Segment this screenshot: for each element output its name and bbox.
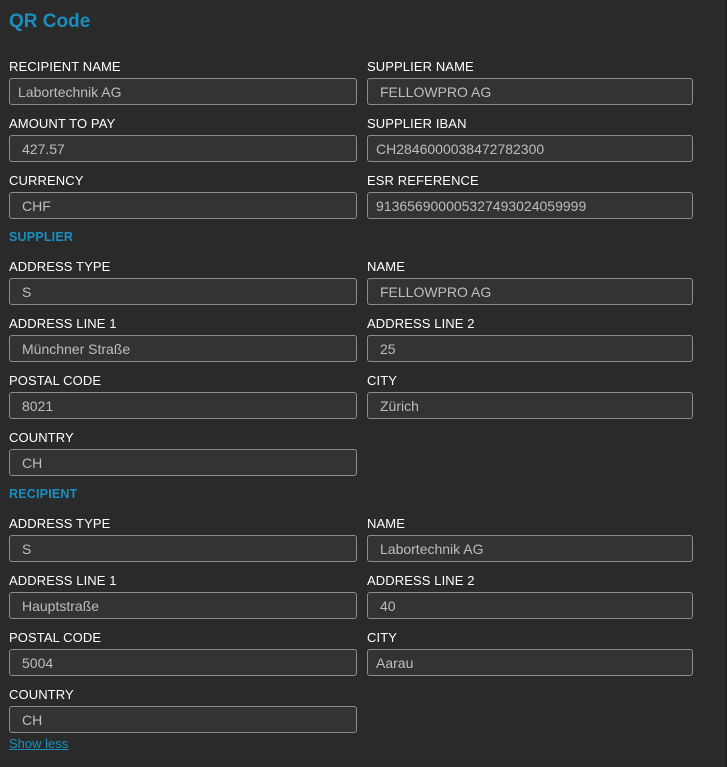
recipient-city-label: CITY	[367, 630, 398, 645]
supplier-address-line-1-input[interactable]	[9, 335, 357, 362]
recipient-address-type-field: ADDRESS TYPE	[9, 516, 357, 562]
recipient-city-input[interactable]	[367, 649, 693, 676]
recipient-country-field: COUNTRY	[9, 687, 357, 733]
amount-to-pay-label: AMOUNT TO PAY	[9, 116, 116, 131]
supplier-iban-label: SUPPLIER IBAN	[367, 116, 467, 131]
supplier-iban-field: SUPPLIER IBAN	[367, 116, 693, 162]
recipient-address-line-1-label: ADDRESS LINE 1	[9, 573, 117, 588]
supplier-name2-input[interactable]	[367, 278, 693, 305]
supplier-name-input[interactable]	[367, 78, 693, 105]
recipient-postal-code-input[interactable]	[9, 649, 357, 676]
recipient-name-label: RECIPIENT NAME	[9, 59, 121, 74]
esr-reference-label: ESR REFERENCE	[367, 173, 479, 188]
currency-field: CURRENCY	[9, 173, 357, 219]
show-less-link[interactable]: Show less	[9, 736, 68, 751]
supplier-iban-input[interactable]	[367, 135, 693, 162]
supplier-country-field: COUNTRY	[9, 430, 357, 476]
supplier-address-line-2-field: ADDRESS LINE 2	[367, 316, 693, 362]
supplier-country-input[interactable]	[9, 449, 357, 476]
supplier-name2-label: NAME	[367, 259, 405, 274]
supplier-address-line-2-label: ADDRESS LINE 2	[367, 316, 475, 331]
supplier-city-field: CITY	[367, 373, 693, 419]
recipient-address-type-label: ADDRESS TYPE	[9, 516, 111, 531]
esr-reference-field: ESR REFERENCE	[367, 173, 693, 219]
recipient-name-field: RECIPIENT NAME	[9, 59, 357, 105]
supplier-country-label: COUNTRY	[9, 430, 74, 445]
recipient-address-line-2-input[interactable]	[367, 592, 693, 619]
recipient-address-line-1-input[interactable]	[9, 592, 357, 619]
recipient-country-label: COUNTRY	[9, 687, 74, 702]
supplier-postal-code-field: POSTAL CODE	[9, 373, 357, 419]
currency-label: CURRENCY	[9, 173, 84, 188]
recipient-country-input[interactable]	[9, 706, 357, 733]
recipient-address-type-input[interactable]	[9, 535, 357, 562]
page-title: QR Code	[9, 11, 91, 32]
supplier-address-line-1-field: ADDRESS LINE 1	[9, 316, 357, 362]
currency-input[interactable]	[9, 192, 357, 219]
recipient-name2-field: NAME	[367, 516, 693, 562]
recipient-postal-code-field: POSTAL CODE	[9, 630, 357, 676]
recipient-name2-input[interactable]	[367, 535, 693, 562]
recipient-postal-code-label: POSTAL CODE	[9, 630, 102, 645]
esr-reference-input[interactable]	[367, 192, 693, 219]
supplier-address-type-input[interactable]	[9, 278, 357, 305]
supplier-address-type-label: ADDRESS TYPE	[9, 259, 111, 274]
recipient-heading: RECIPIENT	[9, 487, 78, 501]
recipient-city-field: CITY	[367, 630, 693, 676]
recipient-address-line-2-label: ADDRESS LINE 2	[367, 573, 475, 588]
recipient-address-line-1-field: ADDRESS LINE 1	[9, 573, 357, 619]
supplier-city-input[interactable]	[367, 392, 693, 419]
recipient-name2-label: NAME	[367, 516, 405, 531]
amount-to-pay-input[interactable]	[9, 135, 357, 162]
recipient-name-input[interactable]	[9, 78, 357, 105]
supplier-address-line-1-label: ADDRESS LINE 1	[9, 316, 117, 331]
supplier-name2-field: NAME	[367, 259, 693, 305]
supplier-address-type-field: ADDRESS TYPE	[9, 259, 357, 305]
supplier-address-line-2-input[interactable]	[367, 335, 693, 362]
supplier-name-label: SUPPLIER NAME	[367, 59, 474, 74]
supplier-postal-code-input[interactable]	[9, 392, 357, 419]
supplier-heading: SUPPLIER	[9, 230, 74, 244]
supplier-name-field: SUPPLIER NAME	[367, 59, 693, 105]
supplier-city-label: CITY	[367, 373, 398, 388]
recipient-address-line-2-field: ADDRESS LINE 2	[367, 573, 693, 619]
amount-to-pay-field: AMOUNT TO PAY	[9, 116, 357, 162]
supplier-postal-code-label: POSTAL CODE	[9, 373, 102, 388]
